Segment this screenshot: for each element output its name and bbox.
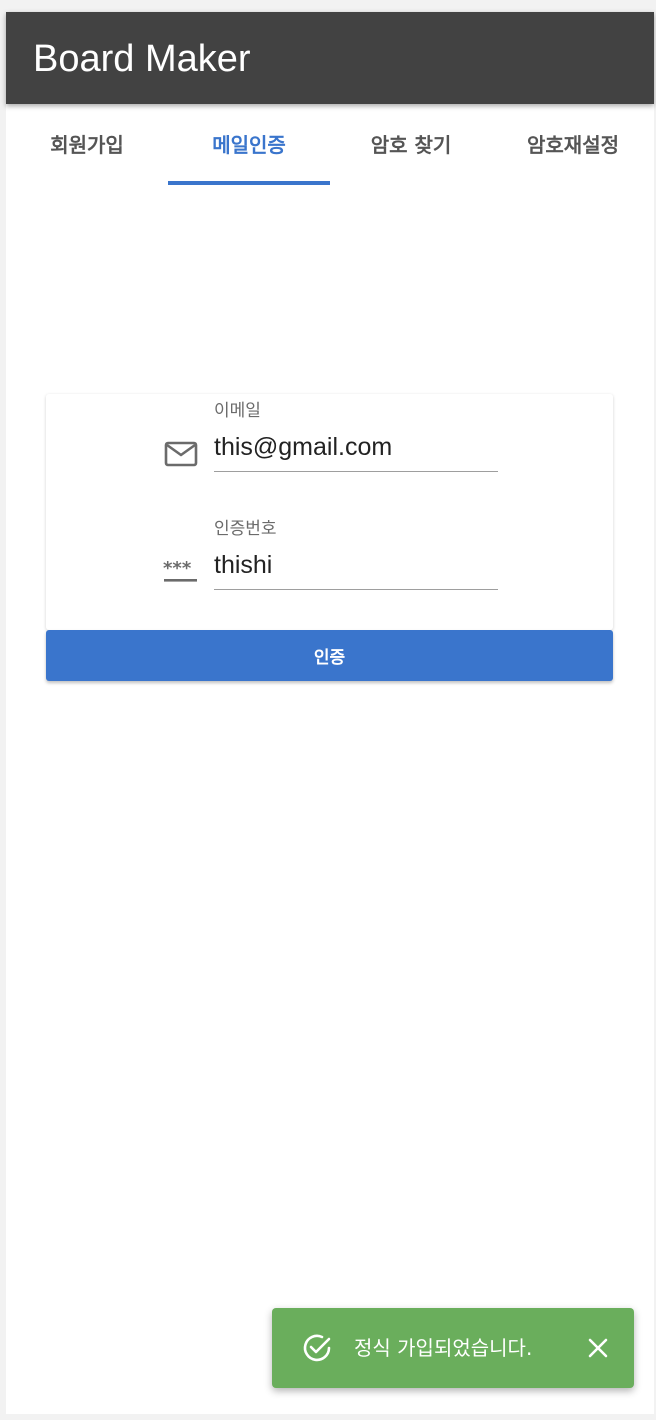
active-tab-indicator	[168, 181, 330, 185]
tab-signup[interactable]: 회원가입	[6, 104, 168, 186]
email-field-group: 이메일	[46, 394, 613, 494]
svg-text:***: ***	[163, 558, 192, 579]
tab-reset-password[interactable]: 암호재설정	[492, 104, 654, 186]
app-bar: Board Maker	[6, 12, 654, 104]
tab-email-verification[interactable]: 메일인증	[168, 104, 330, 186]
verification-card: 이메일 인증번호 ***	[46, 394, 613, 630]
close-icon[interactable]	[582, 1332, 614, 1364]
email-label: 이메일	[214, 401, 261, 421]
tab-find-password[interactable]: 암호 찾기	[330, 104, 492, 186]
snackbar-message: 정식 가입되었습니다.	[354, 1336, 533, 1360]
code-label: 인증번호	[214, 519, 277, 539]
code-field-group: 인증번호 ***	[46, 512, 613, 612]
app-title: Board Maker	[33, 38, 251, 80]
email-input[interactable]	[214, 430, 498, 472]
mail-icon	[163, 436, 199, 472]
check-circle-icon	[300, 1331, 334, 1365]
password-icon: ***	[163, 554, 199, 590]
app-frame: Board Maker 회원가입 메일인증 암호 찾기 암호재설정 이메일 인증…	[6, 12, 654, 1414]
tab-bar: 회원가입 메일인증 암호 찾기 암호재설정	[6, 104, 654, 186]
verify-button[interactable]: 인증	[46, 630, 613, 681]
success-snackbar: 정식 가입되었습니다.	[272, 1308, 634, 1388]
code-input[interactable]	[214, 548, 498, 590]
